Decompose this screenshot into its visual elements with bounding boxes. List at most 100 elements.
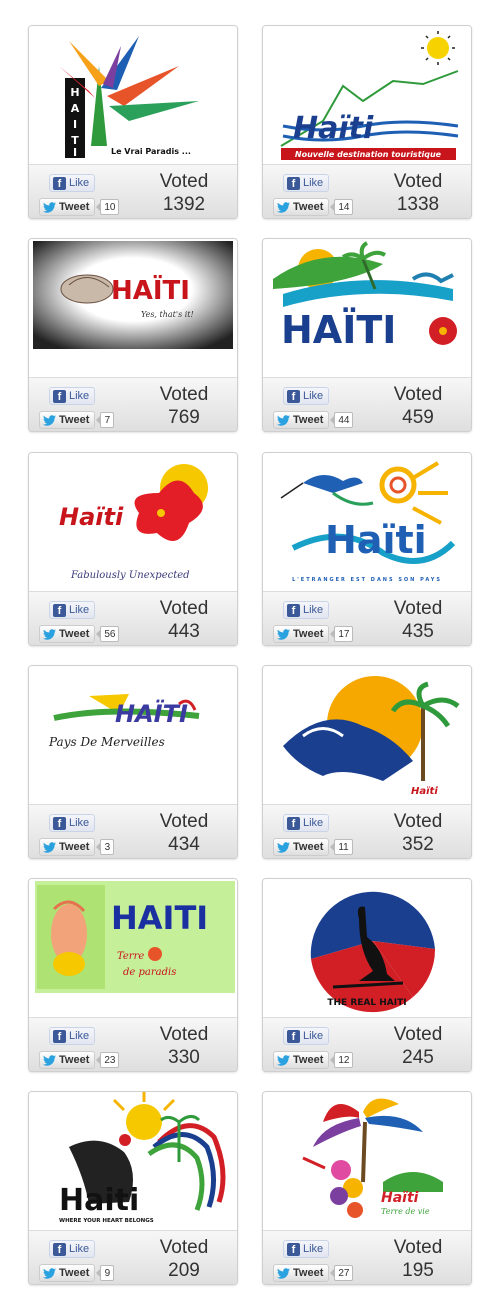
logo-image[interactable]: Haïti Nouvelle destination touristique (263, 26, 471, 165)
voted-label: Voted (393, 598, 443, 619)
tweet-button[interactable]: Tweet (39, 838, 96, 856)
tweet-button[interactable]: Tweet (273, 1264, 330, 1282)
tweet-button[interactable]: Tweet (39, 198, 96, 216)
tweet-count: 10 (96, 199, 120, 215)
svg-text:I: I (73, 146, 77, 159)
logo-image[interactable]: HAÏTI (263, 239, 471, 378)
facebook-like-button[interactable]: f Like (49, 601, 96, 619)
like-label: Like (69, 177, 90, 189)
tweet-button[interactable]: Tweet (39, 411, 96, 429)
facebook-icon: f (53, 1029, 66, 1043)
tweet-count: 23 (96, 1052, 120, 1068)
like-label: Like (303, 1243, 324, 1255)
facebook-icon: f (287, 1029, 300, 1043)
tweet-button[interactable]: Tweet (39, 1051, 96, 1069)
vote-count: 352 (402, 834, 434, 855)
svg-text:L'ETRANGER EST DANS SON PAYS: L'ETRANGER EST DANS SON PAYS (292, 577, 442, 583)
facebook-icon: f (53, 1242, 66, 1256)
tweet-button[interactable]: Tweet (39, 1264, 96, 1282)
logo-image[interactable]: THE REAL HAITI (263, 879, 471, 1018)
tweet-button[interactable]: Tweet (39, 625, 96, 643)
facebook-icon: f (53, 603, 66, 617)
card-footer: f Like Tweet 10 Voted 1392 (29, 165, 237, 218)
vote-count: 330 (168, 1047, 200, 1068)
facebook-like-button[interactable]: f Like (49, 1240, 96, 1258)
facebook-like-button[interactable]: f Like (283, 1027, 330, 1045)
vote-count: 1392 (162, 194, 206, 215)
tweet-button[interactable]: Tweet (273, 411, 330, 429)
twitter-bird-icon (277, 628, 290, 640)
tweet-count: 12 (330, 1052, 354, 1068)
svg-text:Terre: Terre (117, 951, 144, 962)
tweet-widget: Tweet 14 (273, 198, 354, 216)
facebook-like-button[interactable]: f Like (283, 601, 330, 619)
tweet-label: Tweet (59, 1267, 90, 1279)
facebook-like-button[interactable]: f Like (49, 814, 96, 832)
facebook-like-button[interactable]: f Like (49, 1027, 96, 1045)
tweet-widget: Tweet 27 (273, 1264, 354, 1282)
svg-text:Haïti: Haïti (381, 1190, 419, 1206)
logo-image[interactable]: Haïti L'ETRANGER EST DANS SON PAYS (263, 453, 471, 592)
facebook-icon: f (53, 816, 66, 830)
svg-text:HAITI: HAITI (111, 899, 208, 937)
logo-image[interactable]: Haiti WHERE YOUR HEART BELONGS (29, 1092, 237, 1231)
tweet-label: Tweet (293, 201, 324, 213)
vote-count: 1338 (396, 194, 440, 215)
facebook-like-button[interactable]: f Like (283, 387, 330, 405)
logo-card: HAÏTI Yes, that's it! f Like Tweet 7 Vot… (28, 238, 238, 432)
like-label: Like (69, 1243, 90, 1255)
card-footer: f Like Tweet 14 Voted 1338 (263, 165, 471, 218)
logo-image[interactable]: HAITI Terre de paradis (29, 879, 237, 1018)
logo-card: Haïti Terre de vie f Like Tweet 27 Voted… (262, 1091, 472, 1285)
twitter-bird-icon (43, 201, 56, 213)
tweet-label: Tweet (293, 414, 324, 426)
tweet-widget: Tweet 23 (39, 1051, 120, 1069)
twitter-bird-icon (277, 1267, 290, 1279)
logo-image[interactable]: HAÏTI Pays De Merveilles (29, 666, 237, 805)
facebook-icon: f (287, 389, 300, 403)
tweet-label: Tweet (59, 1054, 90, 1066)
logo-image[interactable]: Haïti Terre de vie (263, 1092, 471, 1231)
facebook-like-button[interactable]: f Like (49, 174, 96, 192)
svg-text:Haïti: Haïti (293, 111, 374, 146)
like-label: Like (69, 817, 90, 829)
facebook-icon: f (287, 603, 300, 617)
twitter-bird-icon (277, 201, 290, 213)
tweet-label: Tweet (293, 1054, 324, 1066)
tweet-count: 9 (96, 1265, 115, 1281)
facebook-like-button[interactable]: f Like (283, 814, 330, 832)
tweet-widget: Tweet 17 (273, 625, 354, 643)
logo-image[interactable]: Haïti Fabulously Unexpected (29, 453, 237, 592)
facebook-like-button[interactable]: f Like (283, 174, 330, 192)
tweet-button[interactable]: Tweet (273, 198, 330, 216)
tweet-button[interactable]: Tweet (273, 838, 330, 856)
voted-label: Voted (159, 1237, 209, 1258)
facebook-like-button[interactable]: f Like (283, 1240, 330, 1258)
tweet-label: Tweet (59, 414, 90, 426)
logo-image[interactable]: HAÏTI Yes, that's it! (29, 239, 237, 378)
tweet-button[interactable]: Tweet (273, 1051, 330, 1069)
voted-label: Voted (159, 811, 209, 832)
card-footer: f Like Tweet 11 Voted 352 (263, 805, 471, 858)
twitter-bird-icon (277, 841, 290, 853)
logo-image[interactable]: Haïti (263, 666, 471, 805)
svg-text:Haiti: Haiti (59, 1183, 139, 1218)
facebook-icon: f (53, 176, 66, 190)
svg-text:Yes, that's it!: Yes, that's it! (141, 310, 194, 319)
tweet-widget: Tweet 9 (39, 1264, 115, 1282)
logo-card: Haïti Nouvelle destination touristique f… (262, 25, 472, 219)
logo-image[interactable]: H A I T I Le Vrai Paradis ... (29, 26, 237, 165)
voted-label: Voted (393, 1024, 443, 1045)
tweet-button[interactable]: Tweet (273, 625, 330, 643)
logo-card: Haïti Fabulously Unexpected f Like Tweet… (28, 452, 238, 646)
vote-count: 209 (168, 1260, 200, 1281)
facebook-like-button[interactable]: f Like (49, 387, 96, 405)
svg-text:Le Vrai Paradis ...: Le Vrai Paradis ... (111, 147, 191, 156)
svg-text:HAÏTI: HAÏTI (281, 308, 396, 352)
vote-count: 769 (168, 407, 200, 428)
tweet-label: Tweet (59, 628, 90, 640)
card-footer: f Like Tweet 12 Voted 245 (263, 1018, 471, 1071)
tweet-label: Tweet (59, 841, 90, 853)
tweet-label: Tweet (293, 1267, 324, 1279)
svg-text:HAÏTI: HAÏTI (111, 274, 190, 306)
